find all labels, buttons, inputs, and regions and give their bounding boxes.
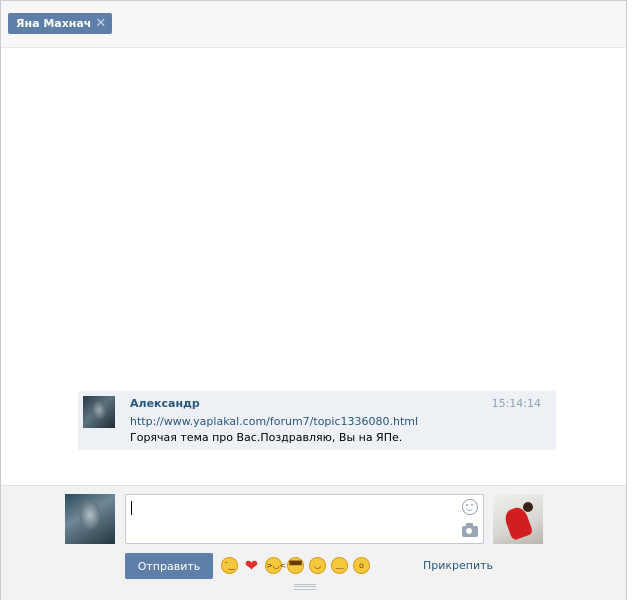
dialog-header: Яна Махнач ✕ <box>1 1 626 48</box>
attach-link[interactable]: Прикрепить <box>423 559 493 572</box>
message-link[interactable]: http://www.yaplakal.com/forum7/topic1336… <box>130 415 418 428</box>
send-button[interactable]: Отправить <box>125 553 213 579</box>
sunglasses-emoji-icon[interactable]: ▀▀ <box>287 557 304 574</box>
message-text: Горячая тема про Вас.Поздравляю, Вы на Я… <box>130 431 403 444</box>
close-icon[interactable]: ✕ <box>95 13 106 34</box>
sender-avatar[interactable] <box>83 396 115 428</box>
dialog-window: Яна Махнач ✕ Александр 15:14:14 http://w… <box>0 0 627 600</box>
sweat-emoji-icon[interactable]: ﹏ <box>331 557 348 574</box>
page-margin <box>627 0 638 600</box>
message-composer: Отправить ˘‿ ❤ >◡< ▀▀ ◡ ﹏ o Прикрепить <box>1 485 626 600</box>
heart-emoji-icon[interactable]: ❤ <box>243 557 260 574</box>
tab-dialog[interactable]: Яна Махнач ✕ <box>8 13 113 34</box>
camera-icon[interactable] <box>462 523 478 537</box>
smile-icon[interactable] <box>462 499 478 515</box>
peer-avatar[interactable] <box>493 494 543 544</box>
wink-emoji-icon[interactable]: ˘‿ <box>221 557 238 574</box>
message-author[interactable]: Александр <box>130 397 200 410</box>
message-timestamp: 15:14:14 <box>491 397 541 410</box>
message-input[interactable] <box>125 494 484 544</box>
laugh-emoji-icon[interactable]: >◡< <box>265 557 286 574</box>
message-item: Александр 15:14:14 http://www.yaplakal.c… <box>78 391 556 450</box>
smile-emoji-icon[interactable]: ◡ <box>309 557 326 574</box>
my-avatar[interactable] <box>65 494 115 544</box>
message-history[interactable]: Александр 15:14:14 http://www.yaplakal.c… <box>1 49 626 485</box>
emoji-row: ˘‿ ❤ >◡< ▀▀ ◡ ﹏ o <box>221 557 370 574</box>
text-caret <box>131 501 132 515</box>
resize-handle[interactable] <box>294 584 316 590</box>
tab-label: Яна Махнач <box>16 17 92 30</box>
shocked-emoji-icon[interactable]: o <box>353 557 370 574</box>
